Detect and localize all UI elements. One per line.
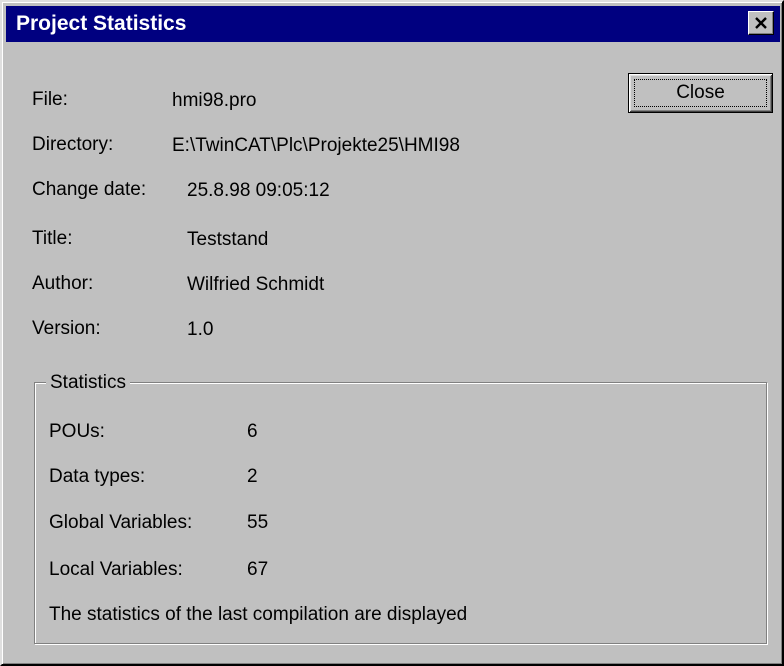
title-value: Teststand (187, 229, 269, 250)
global-variables-value: 55 (247, 512, 269, 533)
project-statistics-dialog: Project Statistics File: hmi98.pro Direc… (0, 0, 784, 666)
change-date-value: 25.8.98 09:05:12 (187, 180, 330, 201)
data-types-label: Data types: (49, 466, 146, 487)
directory-value: E:\TwinCAT\Plc\Projekte25\HMI98 (172, 135, 460, 156)
data-types-value: 2 (247, 466, 258, 487)
author-value: Wilfried Schmidt (187, 274, 325, 295)
close-icon (755, 17, 767, 29)
local-variables-label: Local Variables: (49, 559, 183, 580)
window-title: Project Statistics (16, 12, 187, 35)
version-label: Version: (32, 318, 101, 339)
title-bar[interactable]: Project Statistics (6, 6, 780, 42)
global-variables-label: Global Variables: (49, 512, 193, 533)
pous-label: POUs: (49, 421, 105, 442)
file-label: File: (32, 89, 68, 110)
local-variables-value: 67 (247, 559, 269, 580)
close-button[interactable]: Close (628, 73, 773, 113)
close-button-label: Close (676, 82, 725, 103)
title-close-button[interactable] (748, 11, 774, 35)
title-label: Title: (32, 228, 73, 249)
pous-value: 6 (247, 421, 258, 442)
statistics-group-title: Statistics (46, 372, 131, 394)
version-value: 1.0 (187, 319, 214, 340)
change-date-label: Change date: (32, 179, 147, 200)
directory-label: Directory: (32, 134, 114, 155)
file-value: hmi98.pro (172, 90, 257, 111)
statistics-note: The statistics of the last compilation a… (49, 604, 468, 625)
author-label: Author: (32, 273, 94, 294)
